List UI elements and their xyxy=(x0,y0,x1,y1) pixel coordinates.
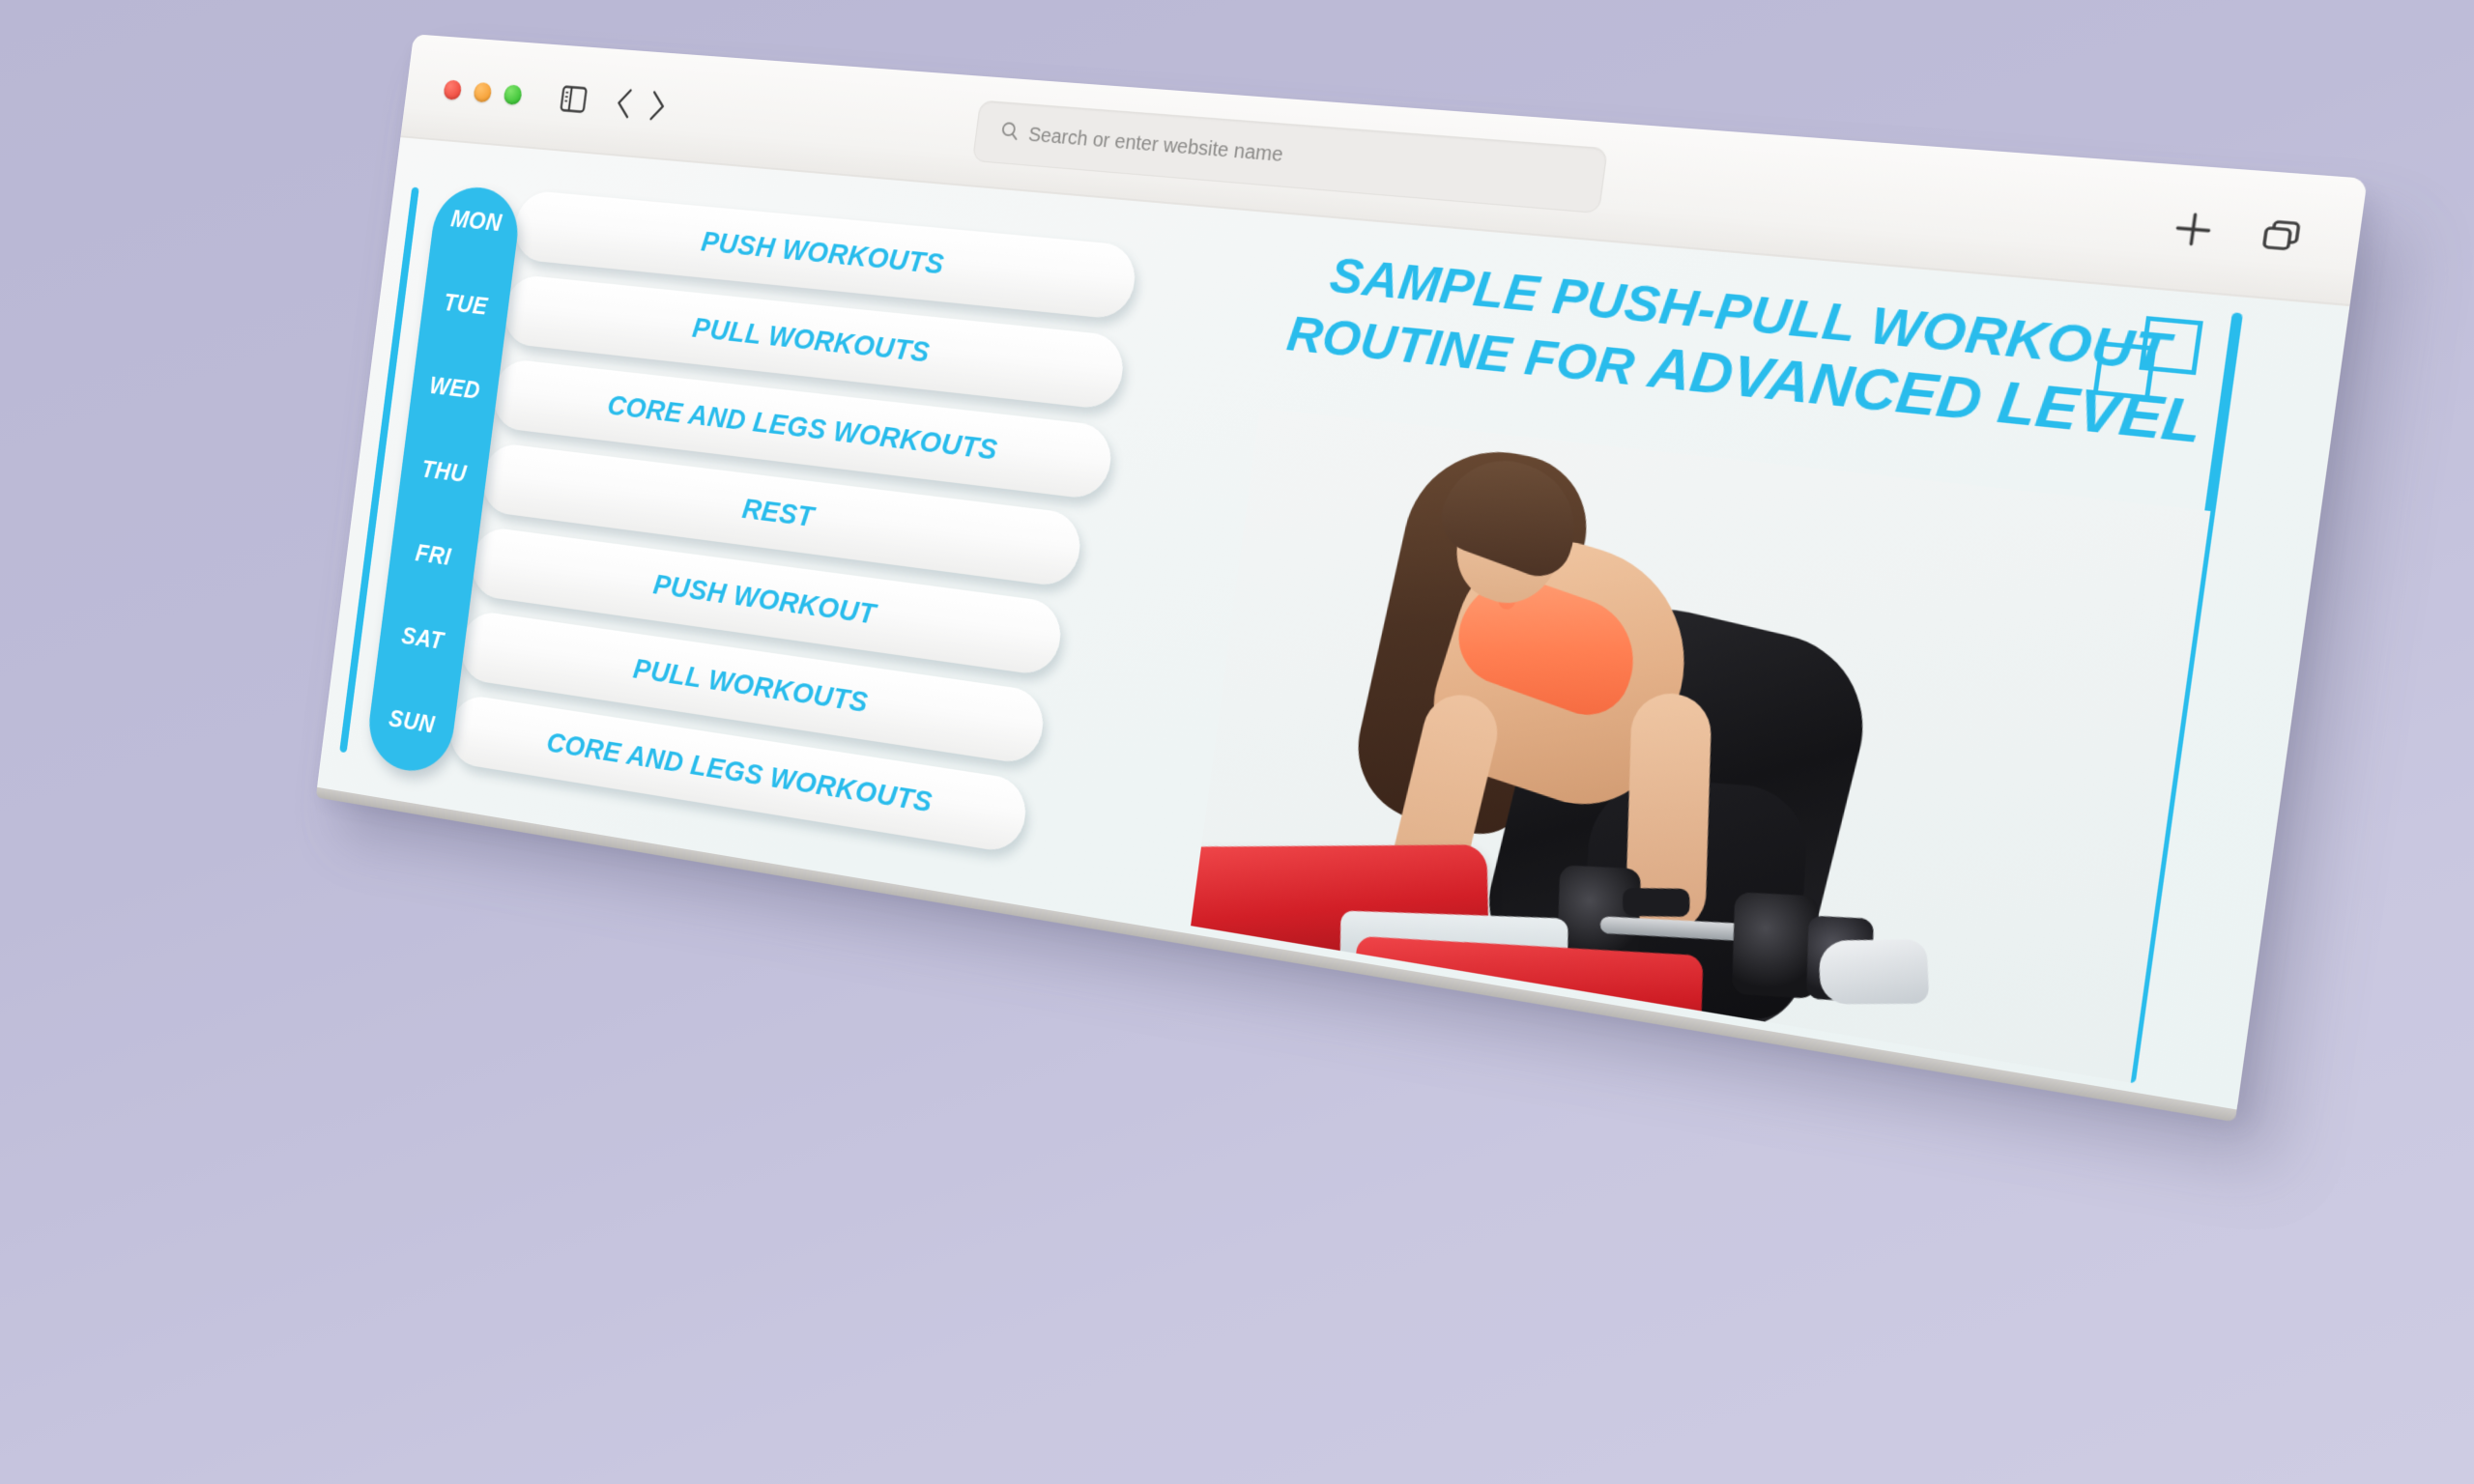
mockup-stage: Search or enter website name MON PUSH WO… xyxy=(0,0,2474,1484)
chevron-right-icon[interactable] xyxy=(647,89,670,123)
figure-arm-front xyxy=(1379,687,1506,927)
hero-photo xyxy=(1191,408,2211,1083)
minimize-window-button[interactable] xyxy=(473,81,493,102)
zoom-window-button[interactable] xyxy=(503,83,523,105)
overlapping-squares-icon xyxy=(2086,312,2203,409)
workout-label: PULL WORKOUTS xyxy=(631,652,871,720)
sidebar-toggle-icon[interactable] xyxy=(560,85,588,113)
browser-window: Search or enter website name MON PUSH WO… xyxy=(315,34,2368,1123)
photo-background xyxy=(1191,408,2211,1083)
plus-icon[interactable] xyxy=(2171,209,2216,250)
figure-arm-back xyxy=(1625,692,1712,935)
figure-leg xyxy=(1578,774,1811,1023)
workout-label: PUSH WORKOUT xyxy=(651,568,877,631)
figure-head xyxy=(1441,470,1580,617)
chevron-left-icon[interactable] xyxy=(613,86,636,120)
tab-overview-icon[interactable] xyxy=(2258,216,2305,256)
toolbar-right-actions xyxy=(2171,209,2305,257)
workout-label: CORE AND LEGS WORKOUTS xyxy=(605,388,1000,467)
dumbbell-plate xyxy=(1806,915,1874,1003)
figure-hair-top xyxy=(1431,443,1595,585)
workout-label: PULL WORKOUTS xyxy=(690,311,932,369)
hero-section: SAMPLE PUSH-PULL WORKOUT ROUTINE FOR ADV… xyxy=(1191,243,2236,1083)
dumbbell-plate xyxy=(1732,892,1820,999)
dumbbell-plate xyxy=(1556,865,1641,970)
figure-hair xyxy=(1344,435,1601,844)
workout-label: PUSH WORKOUTS xyxy=(699,225,946,281)
figure-wristwatch xyxy=(1623,887,1690,918)
figure-sports-bra xyxy=(1445,562,1652,728)
workout-schedule: MON PUSH WORKOUTS TUE PULL WORKOUTS WED xyxy=(363,182,1240,895)
dumbbell-bar xyxy=(1599,916,1762,942)
page-title-emphasis: ADVANCED LEVEL xyxy=(1644,335,2206,457)
figure-torso xyxy=(1415,516,1715,827)
workout-label: REST xyxy=(740,492,817,534)
search-icon xyxy=(999,121,1020,146)
search-input[interactable]: Search or enter website name xyxy=(971,100,1608,214)
bench-pad xyxy=(1191,844,1489,959)
traffic-light-group xyxy=(443,78,523,105)
figure-shoe xyxy=(1818,939,1930,1005)
close-window-button[interactable] xyxy=(443,78,463,100)
figure-leggings xyxy=(1474,584,1884,1042)
search-placeholder: Search or enter website name xyxy=(1026,123,1284,166)
right-accent-bar xyxy=(2124,312,2244,1084)
figure-bra-strap xyxy=(1495,547,1542,613)
